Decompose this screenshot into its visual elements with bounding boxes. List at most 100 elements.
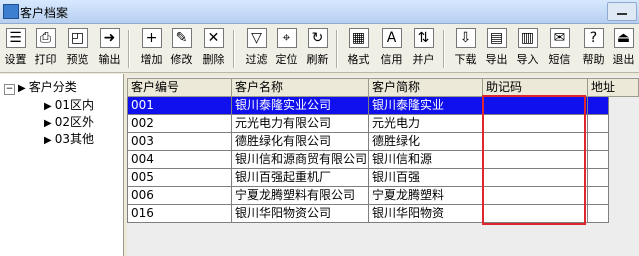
table-cell[interactable]: 003 [127, 133, 232, 151]
tree-arrow-icon: ▶ [44, 118, 52, 129]
table-cell[interactable]: 005 [127, 169, 232, 187]
toolbar-label: 增加 [140, 53, 163, 66]
delete-button[interactable]: ✕ 删除 [200, 28, 227, 70]
table-cell[interactable]: 006 [127, 187, 232, 205]
toolbar-label: 短信 [548, 53, 571, 66]
toolbar-label: 预览 [66, 53, 89, 66]
credit-icon: A [381, 28, 402, 48]
export-doc-button[interactable]: ▤ 导出 [483, 28, 510, 70]
printer-icon: ⎙ [35, 28, 56, 48]
table-cell[interactable]: 002 [127, 115, 232, 133]
minimize-icon [617, 13, 627, 15]
refresh-button[interactable]: ↻ 刷新 [304, 28, 331, 70]
help-button[interactable]: ? 帮助 [580, 28, 607, 70]
table-cell[interactable]: 004 [127, 151, 232, 169]
table-cell[interactable] [587, 169, 609, 187]
table-cell[interactable]: 银川华阳物资公司 [231, 205, 369, 223]
merge-icon: ⇅ [413, 28, 434, 48]
format-button[interactable]: ▦ 格式 [345, 28, 372, 70]
table-cell[interactable]: 银川泰隆实业 [368, 97, 483, 115]
toolbar-label: 删除 [202, 53, 225, 66]
table-cell[interactable]: 银川百强起重机厂 [231, 169, 369, 187]
tree-arrow-icon: ▶ [18, 83, 26, 94]
toolbar-label: 定位 [275, 53, 298, 66]
table-cell[interactable] [587, 187, 609, 205]
table-cell[interactable] [587, 97, 609, 115]
table-cell[interactable]: 德胜绿化有限公司 [231, 133, 369, 151]
locate-icon: ⌖ [276, 28, 297, 48]
toolbar-label: 下载 [454, 53, 477, 66]
format-icon: ▦ [348, 28, 369, 48]
toolbar-label: 设置 [4, 53, 27, 66]
refresh-icon: ↻ [307, 28, 328, 48]
export-doc-icon: ▤ [486, 28, 507, 48]
export-button[interactable]: ➜ 输出 [96, 28, 123, 70]
tree-item-label: 03其他 [54, 132, 94, 146]
col-header-name[interactable]: 客户名称 [231, 78, 369, 97]
tree-item-03[interactable]: ▶ 03其他 [44, 130, 94, 147]
toolbar-label: 输出 [98, 53, 121, 66]
tree-item-02[interactable]: ▶ 02区外 [44, 113, 94, 130]
col-header-short[interactable]: 客户简称 [368, 78, 483, 97]
toolbar-label: 修改 [170, 53, 193, 66]
exit-button[interactable]: ⏏ 退出 [610, 28, 637, 70]
table-cell[interactable]: 银川百强 [368, 169, 483, 187]
download-button[interactable]: ⇩ 下载 [452, 28, 479, 70]
table-cell[interactable]: 001 [127, 97, 232, 115]
filter-icon: ▽ [246, 28, 267, 48]
toolbar-separator [233, 30, 235, 68]
table-cell[interactable]: 银川信和源商贸有限公司 [231, 151, 369, 169]
import-button[interactable]: ▥ 导入 [514, 28, 541, 70]
tree-item-01[interactable]: ▶ 01区内 [44, 96, 94, 113]
toolbar-label: 打印 [34, 53, 57, 66]
table-cell[interactable]: 银川华阳物资 [368, 205, 483, 223]
minimize-button[interactable] [607, 2, 637, 21]
settings-button[interactable]: ☰ 设置 [2, 28, 29, 70]
export-icon: ➜ [99, 28, 120, 48]
table-cell[interactable] [587, 115, 609, 133]
add-button[interactable]: + 增加 [138, 28, 165, 70]
table-cell[interactable] [587, 151, 609, 169]
add-icon: + [141, 28, 162, 48]
tree-item-label: 02区外 [54, 115, 94, 129]
table-cell[interactable]: 银川泰隆实业公司 [231, 97, 369, 115]
merge-button[interactable]: ⇅ 并户 [410, 28, 437, 70]
printer-button[interactable]: ⎙ 打印 [32, 28, 59, 70]
toolbar-separator [443, 30, 445, 68]
toolbar-label: 导出 [485, 53, 508, 66]
col-header-code[interactable]: 客户编号 [127, 78, 232, 97]
tree-arrow-icon: ▶ [44, 101, 52, 112]
table-cell[interactable]: 宁夏龙腾塑料有限公司 [231, 187, 369, 205]
settings-icon: ☰ [5, 28, 26, 48]
table-cell[interactable]: 宁夏龙腾塑料 [368, 187, 483, 205]
toolbar-label: 格式 [347, 53, 370, 66]
preview-button[interactable]: ◰ 预览 [64, 28, 91, 70]
edit-button[interactable]: ✎ 修改 [168, 28, 195, 70]
title-bar: 客户档案 [0, 0, 639, 24]
col-header-address[interactable]: 地址 [587, 78, 639, 97]
sms-button[interactable]: ✉ 短信 [546, 28, 573, 70]
sms-icon: ✉ [549, 28, 570, 48]
help-icon: ? [583, 28, 604, 48]
table-cell[interactable]: 016 [127, 205, 232, 223]
locate-button[interactable]: ⌖ 定位 [273, 28, 300, 70]
preview-icon: ◰ [67, 28, 88, 48]
toolbar-label: 导入 [516, 53, 539, 66]
window-title: 客户档案 [20, 6, 69, 20]
table-cell[interactable]: 德胜绿化 [368, 133, 483, 151]
filter-button[interactable]: ▽ 过滤 [243, 28, 270, 70]
credit-button[interactable]: A 信用 [378, 28, 405, 70]
tree-root[interactable]: − ▶ 客户分类 [4, 78, 77, 95]
toolbar-label: 信用 [380, 53, 403, 66]
highlight-box [482, 95, 586, 225]
toolbar-label: 并户 [412, 53, 435, 66]
import-icon: ▥ [517, 28, 538, 48]
table-cell[interactable]: 元光电力 [368, 115, 483, 133]
table-cell[interactable] [587, 133, 609, 151]
table-cell[interactable]: 元光电力有限公司 [231, 115, 369, 133]
download-icon: ⇩ [455, 28, 476, 48]
collapse-icon[interactable]: − [4, 84, 15, 95]
table-cell[interactable]: 银川信和源 [368, 151, 483, 169]
toolbar-separator [336, 30, 338, 68]
table-cell[interactable] [587, 205, 609, 223]
